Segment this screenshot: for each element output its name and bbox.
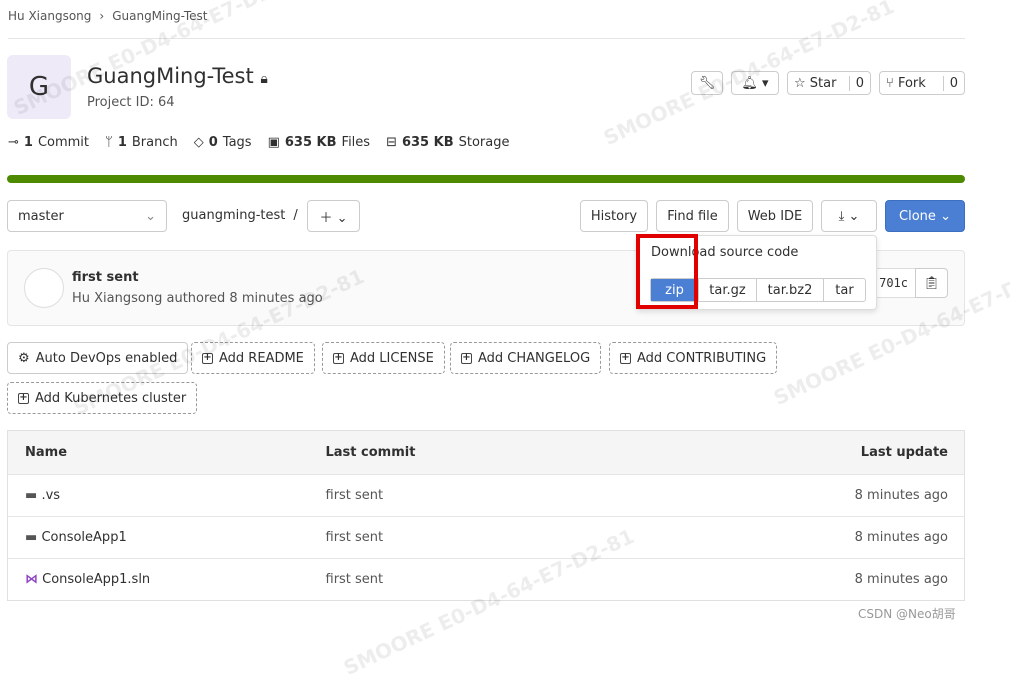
star-icon: ☆ — [794, 75, 806, 91]
plus-square-icon: + — [202, 351, 213, 364]
auto-devops-button[interactable]: ⚙ Auto DevOps enabled — [7, 342, 189, 374]
clipboard-icon: 📋︎ — [923, 275, 940, 291]
download-tar-bz2[interactable]: tar.bz2 — [756, 279, 823, 301]
project-avatar: G — [7, 55, 71, 119]
notification-button[interactable]: 🔔︎ ▾ — [731, 71, 779, 95]
plus-icon: ＋ ⌄ — [319, 210, 348, 226]
storage-icon: ⊟ — [386, 135, 397, 150]
copy-sha-button[interactable]: 📋︎ — [915, 268, 948, 298]
breadcrumb-project[interactable]: GuangMing-Test — [112, 9, 207, 23]
download-tar[interactable]: tar — [823, 279, 865, 301]
chevron-down-icon: ⌄ — [145, 208, 156, 224]
find-file-button[interactable]: Find file — [656, 200, 729, 232]
plus-square-icon: + — [333, 351, 344, 364]
settings-button[interactable]: 🔧︎ — [691, 71, 723, 95]
storage-progress-bar — [7, 175, 965, 183]
highlight-box — [636, 234, 698, 309]
commit-meta: Hu Xiangsong authored 8 minutes ago — [72, 291, 323, 306]
history-button[interactable]: History — [580, 200, 648, 232]
table-row[interactable]: ▬ ConsoleApp1 first sent 8 minutes ago — [7, 516, 965, 559]
add-menu-button[interactable]: ＋ ⌄ — [307, 200, 360, 232]
download-button[interactable]: ⤓ ⌄ — [821, 200, 877, 232]
stat-files[interactable]: ▣ 635 KB Files — [268, 135, 370, 150]
csdn-footer: CSDN @Neo胡哥 — [858, 607, 956, 621]
bell-icon: 🔔︎ ▾ — [741, 75, 769, 91]
project-id: Project ID: 64 — [87, 95, 175, 110]
add-readme-button[interactable]: + Add README — [191, 342, 315, 374]
tag-icon: ◇ — [193, 135, 204, 150]
clone-button[interactable]: Clone ⌄ — [885, 200, 965, 232]
wrench-icon: 🔧︎ — [698, 75, 716, 91]
add-changelog-button[interactable]: + Add CHANGELOG — [450, 342, 602, 374]
fork-icon: ⑂ — [886, 75, 894, 91]
stat-tags[interactable]: ◇ 0 Tags — [194, 135, 252, 150]
project-title: GuangMing-Test 🔒︎ — [87, 64, 268, 88]
author-avatar — [24, 268, 64, 308]
commit-message[interactable]: first sent — [72, 270, 139, 285]
stat-branches[interactable]: ᛘ 1 Branch — [105, 135, 178, 150]
divider — [8, 38, 965, 39]
plus-square-icon: + — [620, 351, 631, 364]
table-row[interactable]: ▬ .vs first sent 8 minutes ago — [7, 474, 965, 517]
commit-icon: ⊸ — [8, 135, 19, 150]
add-kubernetes-button[interactable]: + Add Kubernetes cluster — [7, 382, 198, 414]
folder-icon: ▬ — [25, 530, 38, 545]
folder-icon: ▬ — [25, 488, 38, 503]
lock-icon: 🔒︎ — [260, 71, 268, 87]
stat-commits[interactable]: ⊸ 1 Commit — [8, 135, 89, 150]
project-stats: ⊸ 1 Commit ᛘ 1 Branch ◇ 0 Tags ▣ 635 KB Files ⊟ 6… — [8, 135, 526, 150]
table-header: Name Last commit Last update — [7, 430, 965, 475]
fork-button[interactable]: ⑂ Fork 0 — [879, 71, 965, 95]
stat-storage[interactable]: ⊟ 635 KB Storage — [386, 135, 509, 150]
branch-icon: ᛘ — [105, 135, 113, 150]
file-tree-table: Name Last commit Last update ▬ .vs first… — [7, 430, 965, 601]
gear-icon: ⚙ — [18, 350, 30, 366]
plus-square-icon: + — [18, 391, 29, 404]
star-button[interactable]: ☆ Star 0 — [787, 71, 871, 95]
table-row[interactable]: ⋈ ConsoleApp1.sln first sent 8 minutes a… — [7, 558, 965, 601]
breadcrumb: Hu Xiangsong › GuangMing-Test — [8, 9, 208, 23]
file-icon: ▣ — [267, 135, 280, 150]
web-ide-button[interactable]: Web IDE — [737, 200, 813, 232]
download-icon: ⤓ ⌄ — [838, 208, 860, 224]
visual-studio-icon: ⋈ — [25, 572, 38, 587]
plus-square-icon: + — [461, 351, 472, 364]
download-tar-gz[interactable]: tar.gz — [698, 279, 756, 301]
path-breadcrumb: guangming-test / — [182, 208, 298, 223]
add-license-button[interactable]: + Add LICENSE — [322, 342, 445, 374]
branch-select[interactable]: master ⌄ — [7, 200, 167, 232]
breadcrumb-user[interactable]: Hu Xiangsong — [8, 9, 91, 23]
chevron-down-icon: ⌄ — [940, 208, 951, 224]
add-contributing-button[interactable]: + Add CONTRIBUTING — [609, 342, 778, 374]
